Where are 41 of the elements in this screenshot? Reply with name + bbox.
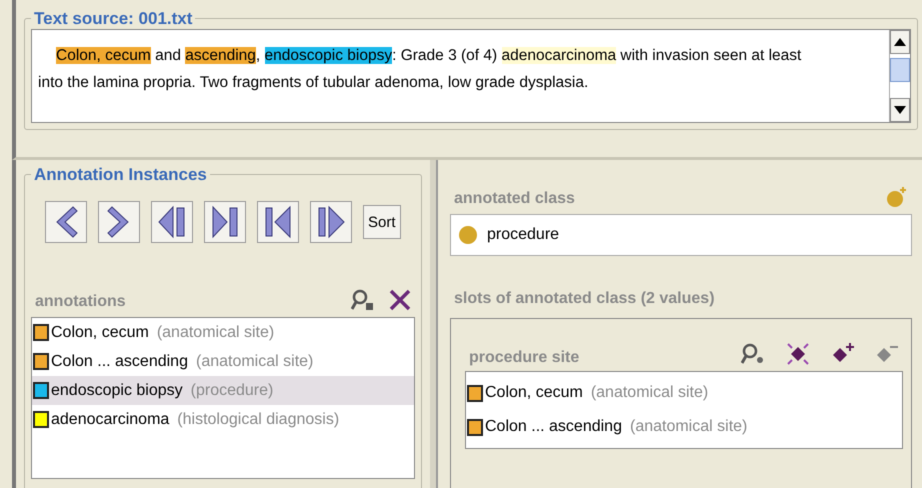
navigation-button[interactable]	[310, 201, 352, 243]
section-label: annotated class	[454, 190, 575, 208]
scroll-up-button[interactable]	[890, 30, 910, 54]
source-text: Colon, cecum and ascending, endoscopic biopsy: Grade 3 (of 4) adenocarcinoma with invasion seen at least into the lamina propria. Two fragments of tubular adenoma, low grade dysplasia.	[37, 46, 802, 93]
slot-value-class: (anatomical site)	[630, 418, 748, 436]
class-name: procedure	[487, 226, 560, 244]
annotated-class-field[interactable]: procedure	[450, 214, 912, 256]
sparkle-diamond-icon[interactable]	[785, 341, 811, 367]
scrollbar[interactable]	[889, 30, 910, 122]
search-icon[interactable]	[351, 289, 375, 311]
annotation-item[interactable]: endoscopic biopsy (procedure)	[32, 376, 414, 405]
bar-triangle-right-icon	[316, 205, 346, 239]
navigation-button[interactable]	[257, 201, 299, 243]
navigation-button[interactable]	[98, 201, 140, 243]
scroll-down-button[interactable]	[890, 98, 910, 122]
slot-value-text: Colon, cecum	[485, 384, 583, 402]
annotation-class: (anatomical site)	[156, 324, 274, 342]
slot-value-text: Colon ... ascending	[485, 418, 622, 436]
annotation-class: (anatomical site)	[196, 352, 314, 370]
annotation-text: adenocarcinoma	[51, 410, 170, 428]
delete-icon[interactable]	[389, 289, 411, 311]
triangle-left-bar-icon	[157, 205, 187, 239]
navigation-button[interactable]	[45, 201, 87, 243]
annotation-text: endoscopic biopsy	[51, 382, 183, 400]
search-icon[interactable]	[741, 343, 765, 365]
section-label: annotations	[35, 293, 126, 311]
triangle-right-bar-icon	[210, 205, 240, 239]
slot-value-class: (anatomical site)	[590, 384, 708, 402]
annotation-class: (histological diagnosis)	[177, 410, 340, 428]
slot-name: procedure site	[469, 349, 580, 367]
bar-triangle-left-icon	[263, 205, 293, 239]
section-label: slots of annotated class (2 values)	[454, 290, 715, 308]
class-dot-icon	[459, 226, 477, 244]
navigation-button[interactable]	[151, 201, 193, 243]
annotation-text: Colon ... ascending	[51, 352, 188, 370]
down-arrow-icon	[894, 106, 906, 114]
up-arrow-icon	[894, 38, 906, 46]
annotation-text: Colon, cecum	[51, 324, 149, 342]
navigation-button[interactable]	[204, 201, 246, 243]
sort-button[interactable]: Sort	[363, 205, 401, 239]
annotation-class: (procedure)	[190, 382, 274, 400]
